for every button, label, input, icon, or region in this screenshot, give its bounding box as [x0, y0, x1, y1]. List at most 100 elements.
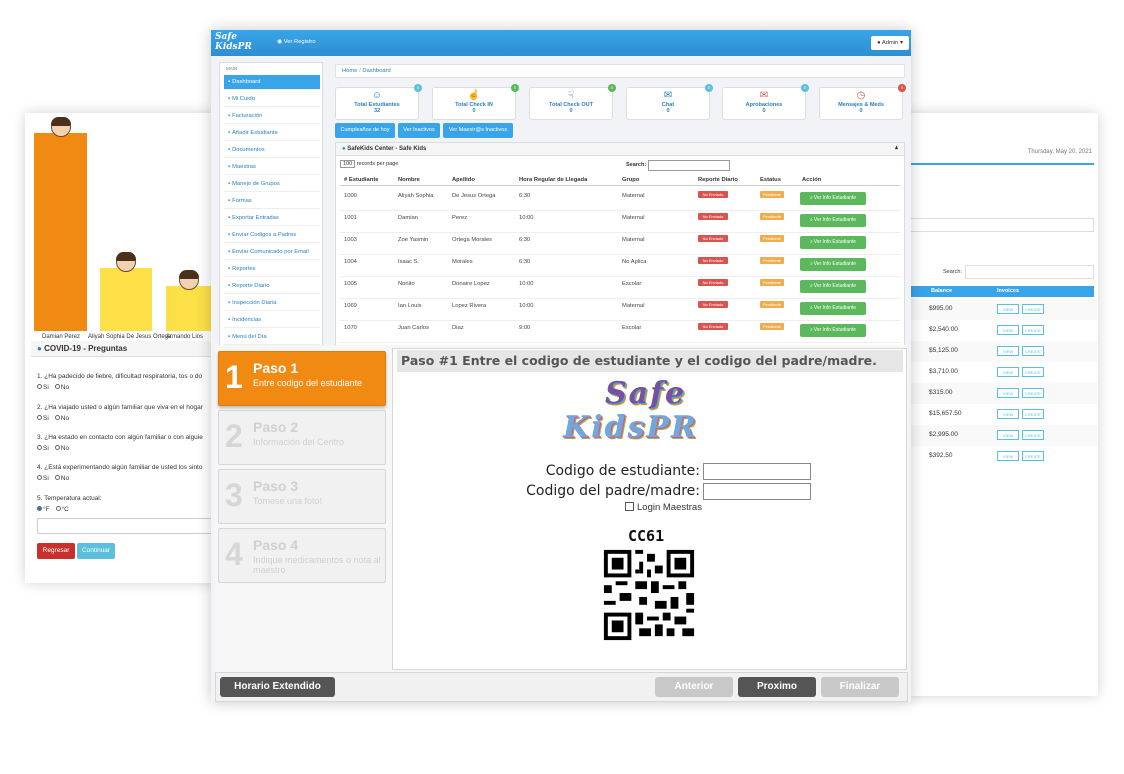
ver-info-estudiante-button[interactable]: ⌕Ver Info Estudiante [800, 214, 866, 227]
view-button[interactable]: VIEW [997, 451, 1019, 461]
brand-logo[interactable]: Safe KidsPR [215, 32, 252, 52]
sidebar-item[interactable]: ▪ Reporte Diario [224, 279, 320, 294]
filter-input[interactable] [905, 218, 1094, 232]
create-button[interactable]: CREATE [1022, 346, 1044, 356]
radio-circle[interactable] [54, 384, 60, 389]
codigo-padre-input[interactable] [703, 483, 811, 500]
no-radio[interactable]: No [61, 415, 69, 422]
admin-dropdown[interactable]: ● Admin ▾ [871, 36, 909, 50]
radio-circle[interactable] [54, 475, 60, 480]
wizard-step-3[interactable]: 3 Paso 3 Tomese una foto! [218, 469, 386, 524]
stat-card[interactable]: ☟ Total Check OUT 0 0 [529, 84, 616, 120]
records-select[interactable]: 100 [340, 160, 356, 168]
breadcrumb-separator: / [359, 68, 361, 74]
ver-info-estudiante-button[interactable]: ⌕Ver Info Estudiante [800, 302, 866, 315]
wizard-step-1[interactable]: 1 Paso 1 Entre codigo del estudiante [218, 351, 386, 406]
stat-card[interactable]: ☺ Total Estudiantes 32 0 [335, 84, 422, 120]
anterior-button[interactable]: Anterior [655, 677, 733, 697]
horario-extendido-button[interactable]: Horario Extendido [220, 677, 335, 697]
sidebar-item[interactable]: ▪ Exportar Entradas [224, 211, 320, 226]
view-button[interactable]: VIEW [997, 388, 1019, 398]
si-radio[interactable]: Si [43, 415, 49, 422]
ver-info-estudiante-button[interactable]: ⌕Ver Info Estudiante [800, 324, 866, 337]
tab-button[interactable]: Cumpleaños de hoy [335, 123, 395, 138]
invoice-row: $3,710.00 VIEW CREATE [905, 362, 1098, 383]
sidebar-item[interactable]: ▪ Facturación [224, 109, 320, 124]
sidebar-item[interactable]: ▪ Enviar Codigos a Padres [224, 228, 320, 243]
codigo-estudiante-input[interactable] [703, 463, 811, 480]
covid-question: 4. ¿Está experimentando algún familiar d… [37, 464, 203, 471]
table-cell: 1005 [344, 281, 357, 287]
table-search-input[interactable] [648, 160, 730, 171]
view-button[interactable]: VIEW [997, 430, 1019, 440]
celsius-radio[interactable]: °C [62, 506, 69, 513]
breadcrumb-home[interactable]: Home [342, 68, 357, 74]
sidebar-item[interactable]: ▪ Incidencias [224, 313, 320, 328]
radio-circle[interactable] [37, 445, 42, 450]
stat-value: 0 [569, 108, 573, 114]
stat-card[interactable]: ◷ Mensajes & Meds 0 0 [819, 84, 906, 120]
stat-card[interactable]: ✉ Chat 0 0 [626, 84, 713, 120]
continuar-button[interactable]: Continuar [77, 543, 115, 559]
si-radio[interactable]: Si [43, 384, 49, 391]
create-button[interactable]: CREATE [1022, 409, 1044, 419]
sidebar-item[interactable]: ▪ Menú del Día [224, 330, 320, 345]
wizard-step-2[interactable]: 2 Paso 2 Información del Centro [218, 410, 386, 465]
radio-circle[interactable] [37, 475, 42, 480]
temperature-input[interactable] [37, 518, 215, 534]
breadcrumb-dashboard[interactable]: Dashboard [362, 68, 390, 74]
column-header: # Estudiante [344, 177, 379, 183]
stat-card[interactable]: ✉ Aprobaciones 0 0 [722, 84, 809, 120]
si-radio[interactable]: Si [43, 475, 49, 482]
sidebar-item[interactable]: ▪ Maestras [224, 160, 320, 175]
invoice-row: $995.00 VIEW CREATE [905, 299, 1098, 320]
tab-button[interactable]: Ver Inactivos [398, 123, 440, 138]
radio-circle[interactable] [37, 384, 42, 389]
view-button[interactable]: VIEW [997, 346, 1019, 356]
create-button[interactable]: CREATE [1022, 304, 1044, 314]
finalizar-button[interactable]: Finalizar [821, 677, 899, 697]
no-radio[interactable]: No [61, 475, 69, 482]
wizard-step-4[interactable]: 4 Paso 4 Indique medicamentos o nota al ma… [218, 528, 386, 583]
login-maestras-checkbox[interactable] [625, 502, 634, 511]
sidebar-item[interactable]: ▪ Reportes [224, 262, 320, 277]
si-radio[interactable]: Si [43, 445, 49, 452]
radio-circle[interactable] [37, 506, 42, 511]
tab-button[interactable]: Ver Maestr@s Inactivos [443, 123, 513, 138]
sidebar-item[interactable]: ▪ Enviar Comunicado por Email [224, 245, 320, 260]
stat-card[interactable]: ☝ Total Check IN 0 0 [432, 84, 519, 120]
view-button[interactable]: VIEW [997, 367, 1019, 377]
sidebar-item[interactable]: ▪ Manejo de Grupos [224, 177, 320, 192]
sidebar-item[interactable]: ▪ Dashboard [224, 75, 320, 90]
sidebar-item[interactable]: ▪ Formas [224, 194, 320, 209]
sidebar-item[interactable]: ▪ Inspección Diaria [224, 296, 320, 311]
view-button[interactable]: VIEW [997, 325, 1019, 335]
radio-circle[interactable] [55, 506, 61, 511]
radio-circle[interactable] [37, 415, 42, 420]
collapse-icon[interactable]: ▴ [895, 144, 898, 151]
create-button[interactable]: CREATE [1022, 388, 1044, 398]
radio-circle[interactable] [54, 415, 60, 420]
ver-registro-link[interactable]: ◉ Ver Registro [277, 39, 316, 45]
ver-info-estudiante-button[interactable]: ⌕Ver Info Estudiante [800, 258, 866, 271]
sidebar-item[interactable]: ▪ Documentos [224, 143, 320, 158]
create-button[interactable]: CREATE [1022, 451, 1044, 461]
view-button[interactable]: VIEW [997, 304, 1019, 314]
sidebar-item[interactable]: ▪ Añadir Estudiante [224, 126, 320, 141]
qr-code-text: CC61 [628, 527, 665, 545]
no-radio[interactable]: No [61, 384, 69, 391]
no-radio[interactable]: No [61, 445, 69, 452]
ver-info-estudiante-button[interactable]: ⌕Ver Info Estudiante [800, 236, 866, 249]
create-button[interactable]: CREATE [1022, 325, 1044, 335]
create-button[interactable]: CREATE [1022, 367, 1044, 377]
proximo-button[interactable]: Proximo [738, 677, 816, 697]
create-button[interactable]: CREATE [1022, 430, 1044, 440]
ver-info-estudiante-button[interactable]: ⌕Ver Info Estudiante [800, 192, 866, 205]
ver-info-estudiante-button[interactable]: ⌕Ver Info Estudiante [800, 280, 866, 293]
regresar-button[interactable]: Regresar [37, 543, 75, 559]
fahrenheit-radio[interactable]: °F [43, 506, 50, 513]
radio-circle[interactable] [54, 445, 60, 450]
sidebar-item[interactable]: ▪ Mi Cuido [224, 92, 320, 107]
view-button[interactable]: VIEW [997, 409, 1019, 419]
search-input[interactable] [965, 265, 1094, 279]
